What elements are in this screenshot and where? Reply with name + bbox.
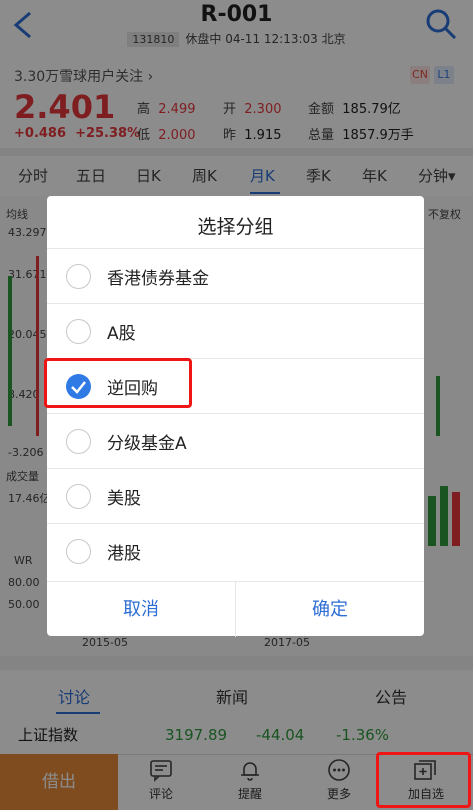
select-group-dialog: 选择分组 香港债券基金 A股 逆回购 分级基金A 美股 港股 取消 确定	[47, 196, 424, 637]
dialog-footer: 取消 确定	[47, 581, 424, 637]
highlight-add-watchlist	[376, 752, 471, 808]
highlight-selected-option	[44, 358, 192, 408]
cancel-button[interactable]: 取消	[47, 582, 235, 637]
confirm-button[interactable]: 确定	[236, 582, 424, 637]
radio-unchecked-icon	[66, 264, 91, 289]
radio-unchecked-icon	[66, 319, 91, 344]
dialog-title: 选择分组	[197, 216, 274, 238]
group-option[interactable]: A股	[47, 303, 424, 358]
group-option[interactable]: 美股	[47, 468, 424, 523]
group-option[interactable]: 分级基金A	[47, 413, 424, 468]
group-option[interactable]: 港股	[47, 523, 424, 578]
group-option[interactable]: 香港债券基金	[47, 248, 424, 303]
radio-unchecked-icon	[66, 484, 91, 509]
radio-unchecked-icon	[66, 539, 91, 564]
radio-unchecked-icon	[66, 429, 91, 454]
